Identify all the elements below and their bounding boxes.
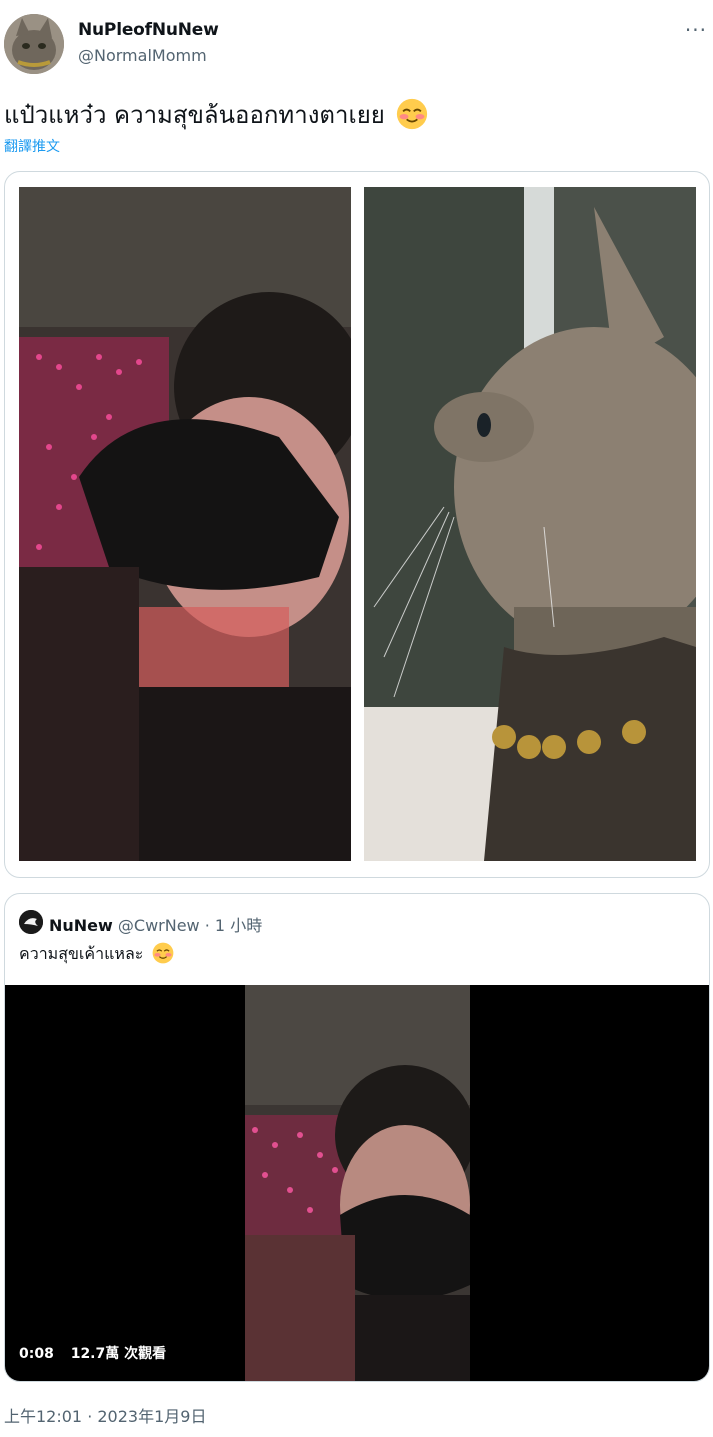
photo-cat-window[interactable] [364, 187, 696, 861]
quoted-text-content: ความสุขเค้าแหละ [19, 944, 144, 963]
smiling-face-emoji-icon [153, 942, 174, 964]
video-views: 12.7萬 次觀看 [70, 1346, 167, 1362]
photo-person-concert[interactable] [19, 187, 351, 861]
quoted-author-avatar[interactable] [19, 910, 43, 934]
translate-tweet-link[interactable]: 翻譯推文 [4, 136, 60, 156]
nunew-avatar-icon [19, 910, 43, 934]
quoted-tweet[interactable]: NuNew @CwrNew · 1 小時 ความสุขเค้าแหละ 0:0… [4, 893, 710, 1382]
quoted-display-name[interactable]: NuNew [49, 916, 113, 935]
video-stats: 0:08 12.7萬 次觀看 [19, 1343, 178, 1363]
person-concert-photo [19, 187, 351, 861]
more-options-icon[interactable]: ··· [685, 18, 707, 42]
smiling-face-emoji-icon [397, 98, 428, 130]
cat-window-photo [364, 187, 696, 861]
tweet-text: แป๋วแหว๋ว ความสุขล้นออกทางตาเยย [4, 98, 428, 131]
quoted-tweet-header: NuNew @CwrNew · 1 小時 [49, 912, 262, 936]
quoted-time-ago[interactable]: 1 小時 [215, 916, 262, 935]
quoted-tweet-text: ความสุขเค้าแหละ [19, 942, 174, 967]
author-display-name[interactable]: NuPleofNuNew [78, 20, 219, 40]
video-thumbnail [245, 985, 470, 1381]
author-handle[interactable]: @NormalMomm [78, 46, 207, 65]
cat-avatar-icon [4, 14, 64, 74]
video-player[interactable]: 0:08 12.7萬 次觀看 [5, 985, 709, 1381]
video-frame [245, 985, 470, 1381]
video-duration: 0:08 [19, 1346, 54, 1362]
author-avatar[interactable] [4, 14, 64, 74]
tweet-text-content: แป๋วแหว๋ว ความสุขล้นออกทางตาเยย [4, 101, 385, 129]
quoted-separator: · [204, 916, 210, 935]
quoted-handle[interactable]: @CwrNew [118, 916, 200, 935]
tweet-timestamp[interactable]: 上午12:01 · 2023年1月9日 [4, 1403, 206, 1427]
media-card [4, 171, 710, 878]
